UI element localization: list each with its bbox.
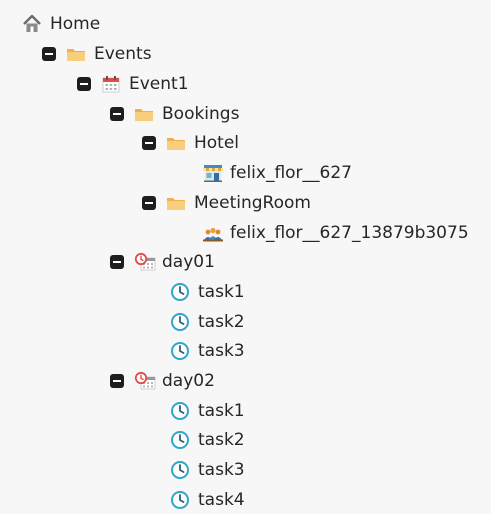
day-calendar-icon: [134, 371, 156, 391]
tree-node-task[interactable]: task1: [170, 278, 245, 306]
tree-node-label: Event1: [129, 74, 189, 94]
tree-node-home[interactable]: Home: [22, 10, 100, 38]
collapse-toggle[interactable]: [142, 136, 156, 150]
clock-icon: [170, 312, 190, 332]
tree-node-task[interactable]: task2: [170, 308, 245, 336]
tree-node-label: Home: [50, 14, 101, 34]
clock-icon: [170, 401, 190, 421]
tree-node-label: task3: [198, 460, 245, 480]
tree-node-day01[interactable]: day01: [110, 248, 215, 276]
folder-icon: [134, 104, 154, 124]
collapse-toggle[interactable]: [110, 374, 124, 388]
clock-icon: [170, 490, 190, 510]
clock-icon: [170, 282, 190, 302]
collapse-toggle[interactable]: [42, 47, 56, 61]
collapse-toggle[interactable]: [142, 196, 156, 210]
calendar-icon: [101, 74, 121, 94]
tree-node-label: MeetingRoom: [194, 193, 311, 213]
tree-node-bookings[interactable]: Bookings: [110, 100, 239, 128]
tree-node-label: felix_flor__627_13879b3075: [230, 223, 469, 243]
clock-icon: [170, 341, 190, 361]
clock-icon: [170, 430, 190, 450]
folder-icon: [166, 133, 186, 153]
tree-node-meetingroom[interactable]: MeetingRoom: [142, 189, 311, 217]
folder-icon: [166, 193, 186, 213]
tree-node-label: day02: [162, 371, 215, 391]
tree-node-label: Bookings: [162, 104, 240, 124]
tree-node-events[interactable]: Events: [42, 40, 152, 68]
tree-view: Home Events Event1 Bookings Hotel felix_…: [0, 0, 491, 514]
tree-node-meetingroom-item[interactable]: felix_flor__627_13879b3075: [202, 219, 469, 247]
tree-node-hotel[interactable]: Hotel: [142, 129, 239, 157]
tree-node-task[interactable]: task4: [170, 486, 245, 514]
tree-node-label: Hotel: [194, 133, 240, 153]
tree-node-label: task1: [198, 282, 245, 302]
collapse-toggle[interactable]: [77, 77, 91, 91]
people-icon: [202, 223, 223, 243]
shop-icon: [202, 163, 223, 183]
folder-icon: [66, 44, 86, 64]
tree-node-task[interactable]: task3: [170, 337, 245, 365]
tree-node-task[interactable]: task2: [170, 426, 245, 454]
collapse-toggle[interactable]: [110, 255, 124, 269]
tree-node-label: day01: [162, 252, 215, 272]
tree-node-event1[interactable]: Event1: [77, 70, 189, 98]
day-calendar-icon: [134, 252, 156, 272]
home-icon: [22, 14, 42, 34]
tree-node-day02[interactable]: day02: [110, 367, 215, 395]
tree-node-hotel-item[interactable]: felix_flor__627: [202, 159, 352, 187]
tree-node-label: task2: [198, 312, 245, 332]
tree-node-label: task1: [198, 401, 245, 421]
tree-node-task[interactable]: task1: [170, 397, 245, 425]
tree-node-label: task4: [198, 490, 245, 510]
tree-node-label: task2: [198, 430, 245, 450]
collapse-toggle[interactable]: [110, 107, 124, 121]
tree-node-label: felix_flor__627: [230, 163, 352, 183]
tree-node-label: task3: [198, 341, 245, 361]
clock-icon: [170, 460, 190, 480]
tree-node-task[interactable]: task3: [170, 456, 245, 484]
tree-node-label: Events: [94, 44, 152, 64]
